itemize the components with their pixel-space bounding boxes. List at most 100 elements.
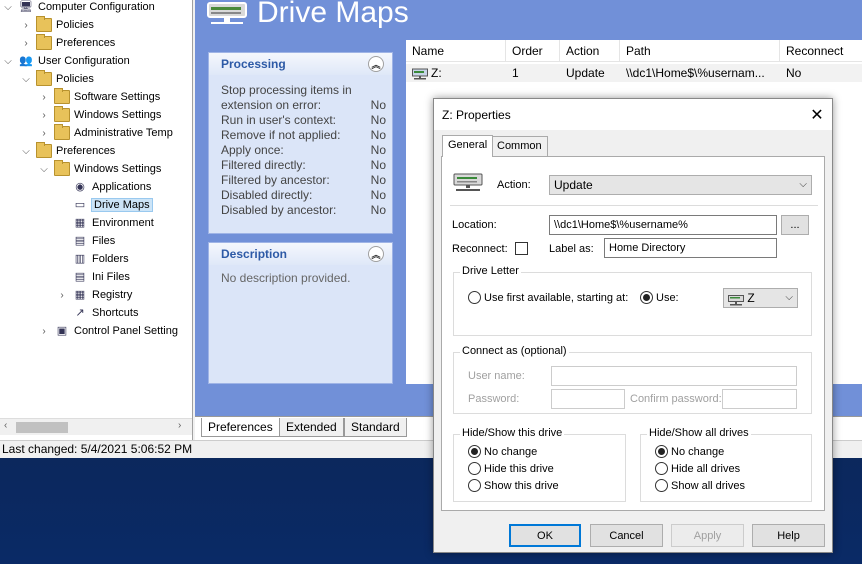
confirm-password-input[interactable]	[722, 389, 797, 409]
collapse-arrow-icon[interactable]: ⌵	[20, 145, 32, 157]
reconnect-checkbox[interactable]	[515, 242, 528, 255]
column-header-name[interactable]: Name	[406, 40, 506, 61]
password-input[interactable]	[551, 389, 625, 409]
ini-files-icon: ▤	[74, 271, 86, 283]
folders-icon: ▥	[74, 253, 86, 265]
mapped-drive-icon	[412, 67, 428, 80]
processing-row: Filtered by ancestor: No	[209, 173, 392, 188]
tab-general[interactable]: General	[442, 135, 494, 157]
expand-arrow-icon[interactable]: ›	[20, 37, 32, 49]
tree-item[interactable]: ▭ Drive Maps	[56, 196, 153, 214]
radio-circle	[655, 479, 668, 492]
radio-circle	[468, 445, 481, 458]
tree-item[interactable]: ◉ Applications	[56, 178, 151, 196]
tab-standard[interactable]: Standard	[344, 418, 407, 437]
collapse-arrow-icon[interactable]: ⌵	[38, 163, 50, 175]
processing-label: Disabled by ancestor:	[221, 203, 337, 217]
drive-letter-select[interactable]: Z ⌵	[723, 288, 798, 308]
tree-item[interactable]: ⌵ 👥 User Configuration	[2, 52, 130, 70]
description-body: No description provided.	[209, 265, 392, 383]
scroll-left-arrow-icon[interactable]: ‹	[4, 420, 7, 431]
tree-item[interactable]: ⌵ Windows Settings	[38, 160, 161, 178]
tree-item[interactable]: ⌵ Preferences	[20, 142, 115, 160]
tree-item[interactable]: ↗ Shortcuts	[56, 304, 138, 322]
scroll-right-arrow-icon[interactable]: ›	[178, 420, 181, 431]
expand-arrow-icon[interactable]: ›	[38, 91, 50, 103]
apply-button[interactable]: Apply	[671, 524, 744, 547]
help-button[interactable]: Help	[752, 524, 825, 547]
tree-horizontal-scrollbar[interactable]: ‹ ›	[0, 418, 192, 435]
radio-option[interactable]: No change	[468, 445, 537, 458]
label-as-input[interactable]: Home Directory	[604, 238, 777, 258]
tree-item[interactable]: ▦ Environment	[56, 214, 154, 232]
collapse-chevron-icon[interactable]: ︽	[368, 246, 384, 262]
tree-item[interactable]: › Administrative Temp	[38, 124, 173, 142]
processing-heading: Processing	[221, 57, 286, 71]
row-name: Z:	[431, 66, 442, 80]
expand-arrow-icon[interactable]: ›	[38, 109, 50, 121]
dialog-title-bar[interactable]: Z: Properties ✕	[434, 99, 832, 130]
column-header-path[interactable]: Path	[620, 40, 780, 61]
cancel-button[interactable]: Cancel	[590, 524, 663, 547]
collapse-arrow-icon[interactable]: ⌵	[20, 73, 32, 85]
use-first-available-radio[interactable]: Use first available, starting at:	[468, 291, 628, 304]
table-row[interactable]: Z: 1 Update \\dc1\Home$\%usernam... No	[406, 64, 862, 82]
description-header[interactable]: Description ︽	[209, 243, 392, 265]
column-header-action[interactable]: Action	[560, 40, 620, 61]
drive-letter-title: Drive Letter	[460, 265, 521, 277]
radio-circle	[468, 462, 481, 475]
collapse-arrow-icon[interactable]: ⌵	[2, 55, 14, 67]
description-panel: Description ︽ No description provided.	[208, 242, 393, 384]
collapse-chevron-icon[interactable]: ︽	[368, 56, 384, 72]
tree-item[interactable]: ▤ Files	[56, 232, 115, 250]
expand-arrow-icon[interactable]: ›	[56, 289, 68, 301]
ok-button[interactable]: OK	[509, 524, 581, 547]
close-icon[interactable]: ✕	[802, 100, 832, 130]
tree-item[interactable]: › Software Settings	[38, 88, 160, 106]
column-header-order[interactable]: Order	[506, 40, 560, 61]
processing-row: Apply once: No	[209, 143, 392, 158]
radio-option[interactable]: Hide all drives	[655, 462, 740, 475]
radio-label: No change	[671, 445, 725, 458]
tree-item-label: Drive Maps	[91, 198, 153, 212]
action-select[interactable]: Update ⌵	[549, 175, 812, 195]
tree-item-label: Windows Settings	[74, 163, 162, 175]
tree-item[interactable]: ▤ Ini Files	[56, 268, 130, 286]
column-header-reconnect[interactable]: Reconnect	[780, 40, 862, 61]
expand-arrow-icon[interactable]: ›	[38, 127, 50, 139]
tree-item-label: Policies	[56, 73, 94, 85]
scroll-thumb[interactable]	[16, 422, 68, 433]
drive-icon	[207, 1, 247, 25]
tree-item[interactable]: ⌵ Policies	[20, 70, 94, 88]
tree-item[interactable]: › Policies	[20, 16, 94, 34]
processing-header[interactable]: Processing ︽	[209, 53, 392, 75]
tab-common[interactable]: Common	[491, 136, 548, 156]
collapse-arrow-icon[interactable]: ⌵	[2, 1, 14, 13]
expand-arrow-icon[interactable]: ›	[38, 325, 50, 337]
location-input[interactable]: \\dc1\Home$\%username%	[549, 215, 777, 235]
drive-icon: ▭	[74, 199, 86, 211]
radio-option[interactable]: No change	[655, 445, 724, 458]
tree-item[interactable]: ⌵ 🖥 Computer Configuration	[2, 0, 155, 16]
radio-circle	[655, 445, 668, 458]
radio-option[interactable]: Show all drives	[655, 479, 745, 492]
tab-extended[interactable]: Extended	[279, 418, 344, 437]
expand-arrow-icon[interactable]: ›	[20, 19, 32, 31]
tree-item-label: Registry	[92, 289, 133, 301]
browse-button[interactable]: ...	[781, 215, 809, 235]
user-name-input[interactable]	[551, 366, 797, 386]
use-radio[interactable]: Use:	[640, 291, 679, 304]
tree-item[interactable]: › ▦ Registry	[56, 286, 132, 304]
tree-item[interactable]: ▥ Folders	[56, 250, 129, 268]
radio-option[interactable]: Show this drive	[468, 479, 559, 492]
radio-circle	[468, 479, 481, 492]
tab-preferences[interactable]: Preferences	[201, 418, 280, 437]
radio-option[interactable]: Hide this drive	[468, 462, 554, 475]
console-tree: ⌵ 🖥 Computer Configuration › Policies › Prefer…	[0, 0, 192, 418]
processing-value: No	[370, 113, 386, 127]
tree-item[interactable]: › Windows Settings	[38, 106, 161, 124]
folder-icon	[54, 124, 70, 140]
tree-item[interactable]: › Preferences	[20, 34, 115, 52]
tree-item[interactable]: › ▣ Control Panel Setting	[38, 322, 178, 340]
